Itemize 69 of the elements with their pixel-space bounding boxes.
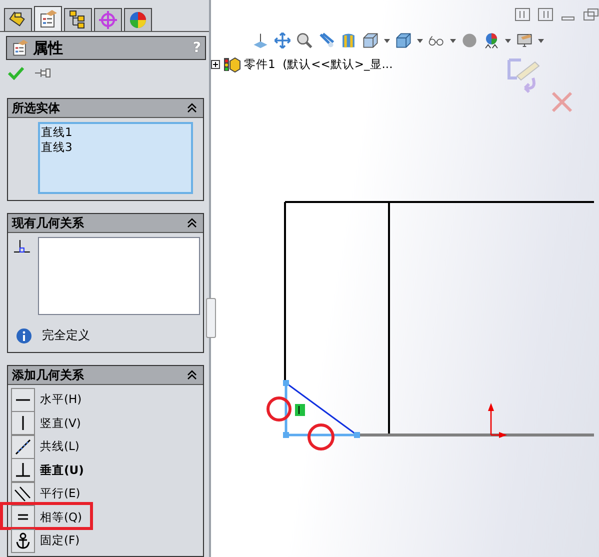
- relation-label[interactable]: 固定(F): [40, 533, 80, 548]
- diagonal-line-icon: [13, 436, 33, 457]
- origin-axes-icon: [488, 403, 507, 438]
- move-arrows-icon[interactable]: [274, 32, 291, 49]
- dropdown-caret-icon[interactable]: [538, 38, 544, 42]
- appearance-icon[interactable]: [483, 32, 500, 49]
- expand-icon[interactable]: [211, 60, 220, 68]
- panel-title: 属性: [33, 38, 64, 58]
- collapse-icon[interactable]: [187, 218, 197, 228]
- dropdown-caret-icon[interactable]: [417, 38, 423, 42]
- section-title: 所选实体: [12, 100, 60, 116]
- list-item[interactable]: 直线3: [41, 140, 190, 155]
- vertical-relation-marker: [295, 404, 305, 416]
- annotation-circle: [266, 396, 292, 422]
- panel-tab[interactable]: [64, 8, 92, 31]
- tile-left-icon[interactable]: [515, 8, 530, 21]
- annotation-circle: [308, 424, 334, 450]
- pushpin-icon[interactable]: [34, 67, 52, 79]
- color-wheel-icon: [128, 10, 148, 30]
- relation-label[interactable]: 共线(L): [40, 439, 80, 454]
- relation-label[interactable]: 水平(H): [40, 392, 82, 408]
- view-origin-icon[interactable]: [252, 32, 269, 49]
- relations-list[interactable]: [38, 237, 200, 315]
- relation-label[interactable]: 相等(Q): [40, 510, 82, 525]
- dropdown-caret-icon[interactable]: [505, 38, 511, 42]
- relation-button[interactable]: [11, 434, 35, 459]
- perpendicular-icon: [12, 237, 32, 255]
- sketch-triangle[interactable]: [283, 380, 360, 438]
- section-title: 添加几何关系: [12, 366, 84, 384]
- crosshair-icon: [98, 10, 118, 30]
- display-style-icon[interactable]: [395, 32, 412, 49]
- relation-label[interactable]: 竖直(V): [40, 416, 81, 431]
- dropdown-caret-icon[interactable]: [384, 38, 390, 42]
- panel-tab[interactable]: [4, 8, 32, 31]
- relation-button[interactable]: [11, 505, 35, 530]
- list-item[interactable]: 直线1: [41, 125, 190, 140]
- property-sheet-icon: [11, 39, 29, 57]
- relation-label[interactable]: 平行(E): [40, 486, 80, 502]
- panel-tab[interactable]: [94, 8, 122, 31]
- info-icon: [16, 328, 32, 344]
- view-orientation-icon[interactable]: [362, 32, 379, 49]
- property-sheet-icon: [38, 9, 58, 29]
- collapse-handle[interactable]: [206, 298, 216, 338]
- monitor-icon[interactable]: [516, 32, 533, 49]
- horizontal-line-icon: [16, 398, 30, 401]
- section-view-icon[interactable]: [340, 32, 357, 49]
- relation-button[interactable]: [11, 388, 35, 412]
- part-icon: [223, 55, 241, 73]
- vertical-line-icon: [22, 416, 24, 430]
- selection-list[interactable]: 直线1 直线3: [38, 122, 193, 194]
- equal-sign-icon: [18, 514, 28, 520]
- dropdown-caret-icon[interactable]: [450, 38, 456, 42]
- tree-item[interactable]: 零件1 (默认<<默认>_显...: [244, 56, 393, 72]
- collapse-icon[interactable]: [187, 370, 197, 380]
- zoom-icon[interactable]: [296, 32, 313, 49]
- relation-label[interactable]: 垂直(U): [40, 462, 84, 478]
- section-title: 现有几何关系: [12, 214, 84, 232]
- relation-button[interactable]: [11, 458, 35, 482]
- panel-tab[interactable]: [124, 8, 152, 31]
- restore-icon[interactable]: [583, 8, 599, 21]
- tile-right-icon[interactable]: [538, 8, 553, 21]
- checkmark-icon[interactable]: [8, 66, 24, 80]
- view-tool-icon[interactable]: [318, 32, 335, 49]
- collapse-icon[interactable]: [187, 103, 197, 113]
- panel-tab[interactable]: [34, 6, 62, 31]
- sphere-icon[interactable]: [461, 32, 478, 49]
- relation-button[interactable]: [11, 528, 35, 553]
- relation-button[interactable]: [11, 411, 35, 436]
- status-text: 完全定义: [42, 327, 90, 344]
